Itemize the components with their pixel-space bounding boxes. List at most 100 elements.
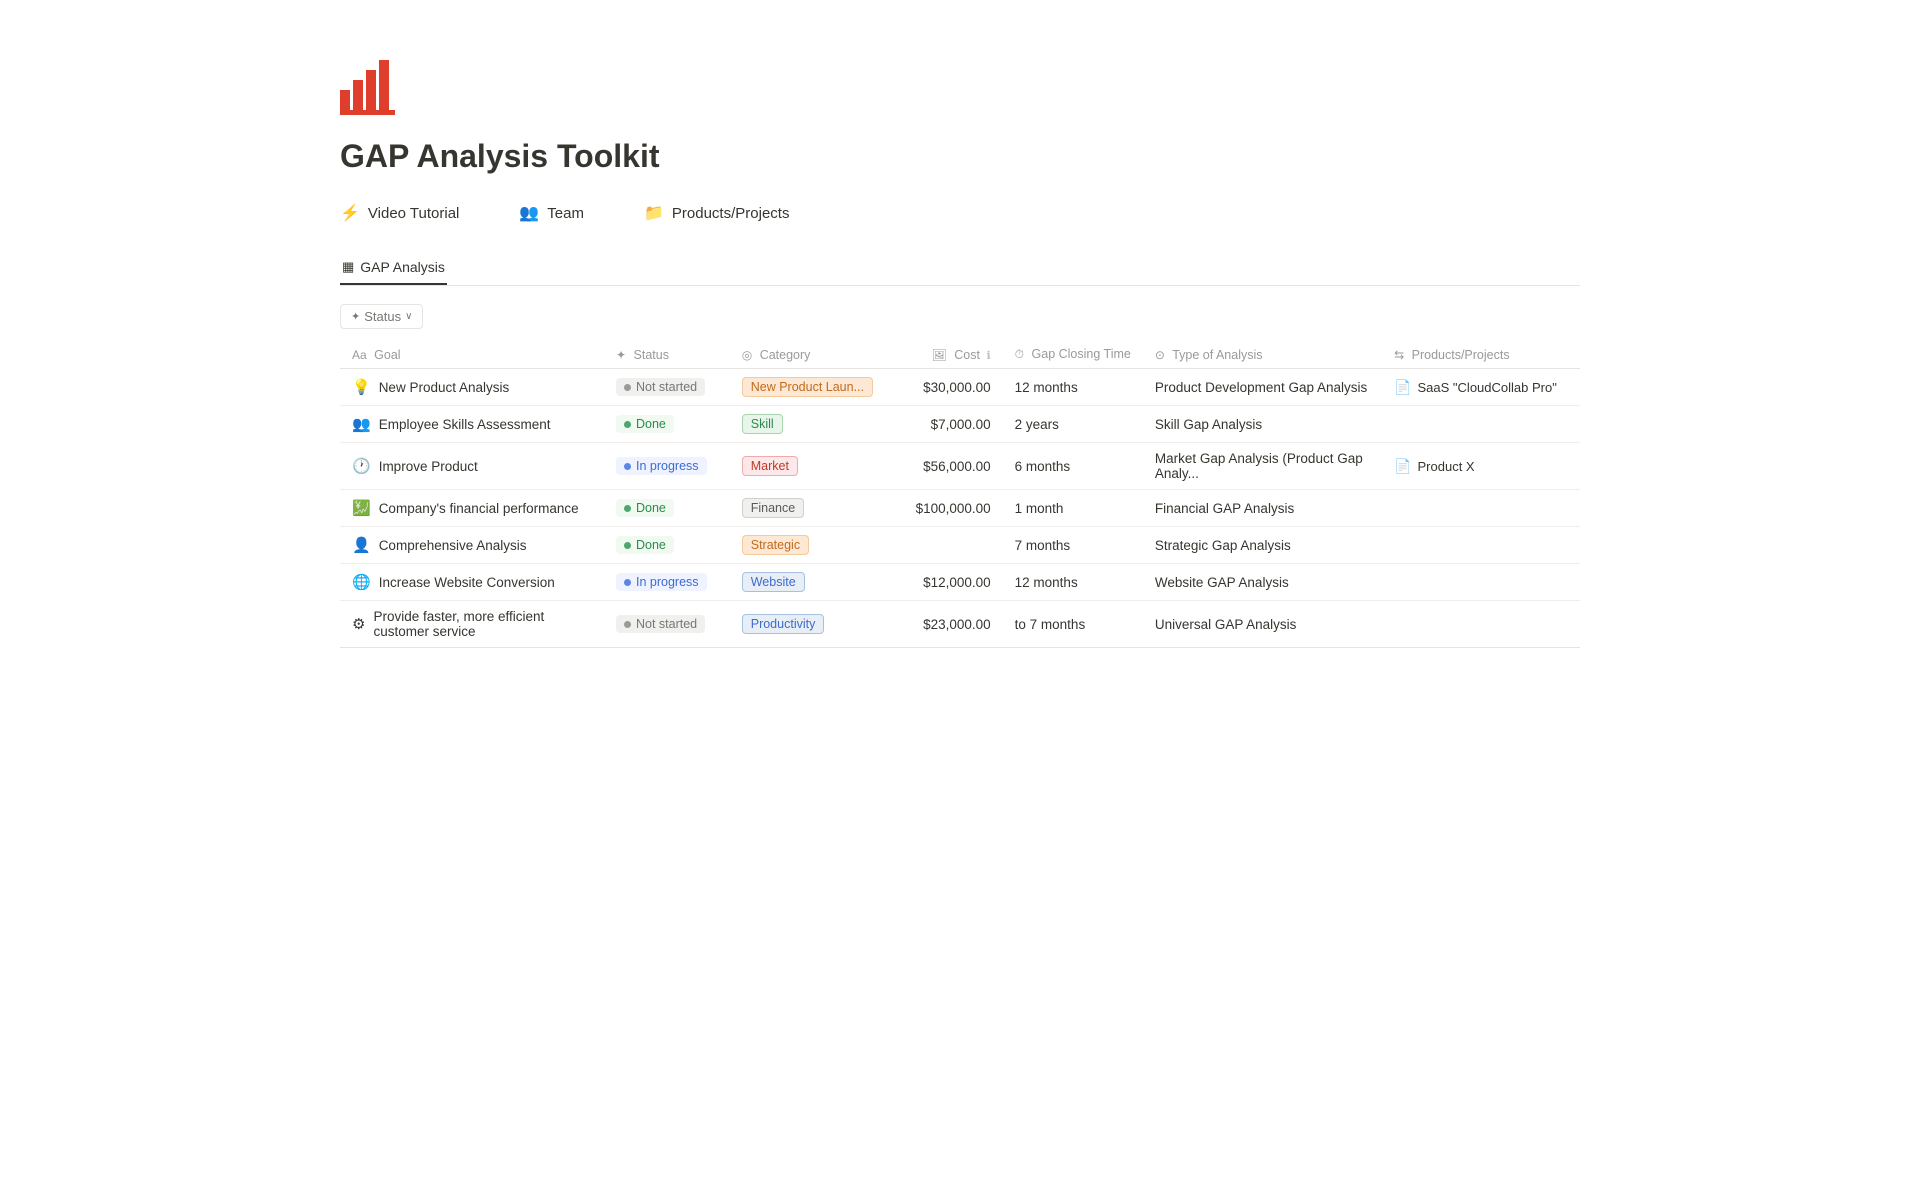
category-badge[interactable]: Productivity xyxy=(742,614,825,634)
goal-icon: 💹 xyxy=(352,499,371,517)
cost-cell: $30,000.00 xyxy=(888,369,1002,406)
category-badge[interactable]: Skill xyxy=(742,414,783,434)
status-cell[interactable]: Done xyxy=(604,490,730,527)
goal-text: Provide faster, more efficient customer … xyxy=(373,609,592,639)
category-badge[interactable]: Finance xyxy=(742,498,804,518)
status-badge[interactable]: In progress xyxy=(616,457,707,475)
gap-closing-time-cell: 12 months xyxy=(1003,564,1143,601)
type-of-analysis-cell: Market Gap Analysis (Product Gap Analy..… xyxy=(1143,443,1382,490)
goal-cell: ⚙ Provide faster, more efficient customer… xyxy=(340,601,604,648)
table-row[interactable]: 🕐Improve ProductIn progressMarket$56,000… xyxy=(340,443,1580,490)
goal-icon: 👥 xyxy=(352,415,371,433)
status-dot xyxy=(624,384,631,391)
table-row[interactable]: ⚙ Provide faster, more efficient customer… xyxy=(340,601,1580,648)
category-cell[interactable]: Strategic xyxy=(730,527,889,564)
goal-cell: 👤 Comprehensive Analysis xyxy=(340,527,604,564)
col-header-projects: ⇆ Products/Projects xyxy=(1382,341,1580,369)
status-badge[interactable]: In progress xyxy=(616,573,707,591)
status-dot xyxy=(624,505,631,512)
status-cell[interactable]: Not started xyxy=(604,369,730,406)
status-badge[interactable]: Done xyxy=(616,415,674,433)
folder-icon: 📁 xyxy=(644,203,664,223)
status-filter-label: Status xyxy=(364,309,401,324)
goal-icon: ⚙ xyxy=(352,615,365,633)
nav-video-tutorial-label: Video Tutorial xyxy=(368,205,459,222)
status-cell[interactable]: In progress xyxy=(604,564,730,601)
category-badge[interactable]: Website xyxy=(742,572,805,592)
status-badge[interactable]: Not started xyxy=(616,615,705,633)
table-row[interactable]: 👥Employee Skills AssessmentDoneSkill$7,0… xyxy=(340,406,1580,443)
category-icon: ◎ xyxy=(742,348,752,362)
projects-cell xyxy=(1382,564,1580,601)
table-header-row: Aa Goal ✦ Status ◎ Category 🖼 Cost ℹ xyxy=(340,341,1580,369)
gap-closing-time-cell: 2 years xyxy=(1003,406,1143,443)
nav-products-projects[interactable]: 📁 Products/Projects xyxy=(644,203,789,223)
table-row[interactable]: 👤 Comprehensive Analysis Done Strategic 7 mo… xyxy=(340,527,1580,564)
status-badge[interactable]: Done xyxy=(616,536,674,554)
status-label: Done xyxy=(636,501,666,515)
cost-cell: $100,000.00 xyxy=(888,490,1002,527)
status-dot xyxy=(624,421,631,428)
chevron-down-icon: ∨ xyxy=(405,311,412,322)
category-badge[interactable]: New Product Laun... xyxy=(742,377,873,397)
table-row[interactable]: 🌐Increase Website Conversion In progress W… xyxy=(340,564,1580,601)
category-badge[interactable]: Strategic xyxy=(742,535,809,555)
lightning-icon: ⚡ xyxy=(340,203,360,223)
status-label: In progress xyxy=(636,459,699,473)
status-dot xyxy=(624,621,631,628)
goal-text: Employee Skills Assessment xyxy=(379,417,551,432)
gap-closing-time-cell: 1 month xyxy=(1003,490,1143,527)
category-cell[interactable]: Skill xyxy=(730,406,889,443)
filter-bar: ✦ Status ∨ xyxy=(340,304,1580,329)
goal-cell: 👥 Employee Skills Assessment xyxy=(340,406,604,443)
cost-cell: $56,000.00 xyxy=(888,443,1002,490)
project-name: Product X xyxy=(1418,459,1475,474)
nav-team[interactable]: 👥 Team xyxy=(519,203,584,223)
status-dot xyxy=(624,579,631,586)
goal-icon: 💡 xyxy=(352,378,371,396)
type-of-analysis-cell: Skill Gap Analysis xyxy=(1143,406,1382,443)
status-cell[interactable]: Done xyxy=(604,527,730,564)
status-cell[interactable]: Not started xyxy=(604,601,730,648)
page-container: GAP Analysis Toolkit ⚡ Video Tutorial 👥 … xyxy=(260,0,1660,728)
status-label: In progress xyxy=(636,575,699,589)
status-badge[interactable]: Not started xyxy=(616,378,705,396)
tab-gap-analysis-label: GAP Analysis xyxy=(360,259,445,275)
tab-gap-analysis[interactable]: ▦ GAP Analysis xyxy=(340,251,447,285)
projects-cell xyxy=(1382,527,1580,564)
gap-closing-time-cell: 7 months xyxy=(1003,527,1143,564)
filter-settings-icon: ✦ xyxy=(351,310,360,323)
status-badge[interactable]: Done xyxy=(616,499,674,517)
category-badge[interactable]: Market xyxy=(742,456,798,476)
status-cell[interactable]: Done xyxy=(604,406,730,443)
col-header-status: ✦ Status xyxy=(604,341,730,369)
status-cell[interactable]: In progress xyxy=(604,443,730,490)
projects-cell xyxy=(1382,490,1580,527)
col-header-gap-closing: ⏱ Gap Closing Time xyxy=(1003,341,1143,369)
goal-text: Comprehensive Analysis xyxy=(379,538,527,553)
status-filter-button[interactable]: ✦ Status ∨ xyxy=(340,304,423,329)
category-cell[interactable]: Finance xyxy=(730,490,889,527)
status-label: Not started xyxy=(636,380,697,394)
goal-text: Company's financial performance xyxy=(379,501,579,516)
projects-header-icon: ⇆ xyxy=(1394,348,1404,362)
category-cell[interactable]: Website xyxy=(730,564,889,601)
projects-cell xyxy=(1382,406,1580,443)
table-row[interactable]: 💹 Company's financial performance Done Fina… xyxy=(340,490,1580,527)
projects-cell: 📄Product X xyxy=(1382,443,1580,490)
type-of-analysis-cell: Universal GAP Analysis xyxy=(1143,601,1382,648)
table-row[interactable]: 💡New Product AnalysisNot startedNew Prod… xyxy=(340,369,1580,406)
status-label: Done xyxy=(636,417,666,431)
nav-video-tutorial[interactable]: ⚡ Video Tutorial xyxy=(340,203,459,223)
category-cell[interactable]: New Product Laun... xyxy=(730,369,889,406)
type-of-analysis-cell: Strategic Gap Analysis xyxy=(1143,527,1382,564)
time-icon: ⏱ xyxy=(1015,347,1024,361)
goal-cell: 🌐Increase Website Conversion xyxy=(340,564,604,601)
category-cell[interactable]: Productivity xyxy=(730,601,889,648)
category-cell[interactable]: Market xyxy=(730,443,889,490)
goal-icon: 👤 xyxy=(352,536,371,554)
type-icon: ⊙ xyxy=(1155,348,1165,362)
goal-icon: 🌐 xyxy=(352,573,371,591)
col-header-goal: Aa Goal xyxy=(340,341,604,369)
goal-cell: 💹 Company's financial performance xyxy=(340,490,604,527)
